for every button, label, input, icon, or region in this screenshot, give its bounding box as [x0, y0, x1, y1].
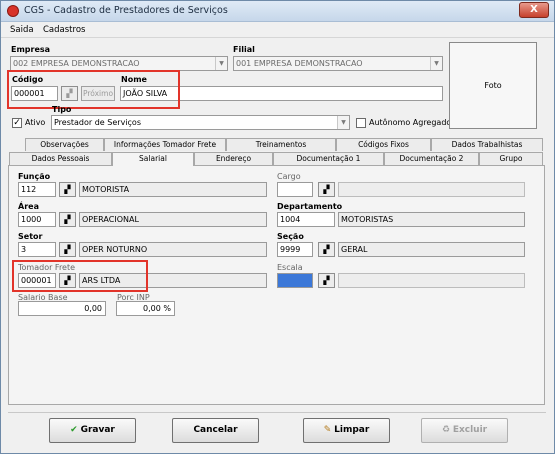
departamento-code-input[interactable]: 1004 — [277, 212, 335, 227]
highlight-box — [12, 260, 148, 292]
gravar-button[interactable]: ✔ Gravar — [49, 418, 136, 443]
autonomo-label: Autônomo Agregado — [369, 118, 452, 127]
secao-desc: GERAL — [338, 242, 525, 257]
checkmark-icon: ✔ — [70, 425, 81, 435]
tab-informacoes-tomador-frete[interactable]: Informações Tomador Frete — [104, 138, 226, 151]
tipo-value: Prestador de Serviços — [54, 118, 141, 127]
setor-desc: OPER NOTURNO — [79, 242, 267, 257]
menu-bar: Saida Cadastros — [1, 22, 554, 38]
tab-grupo[interactable]: Grupo — [479, 152, 543, 165]
chevron-down-icon: ▼ — [430, 57, 442, 70]
secao-code-input[interactable]: 9999 — [277, 242, 313, 257]
autonomo-checkbox[interactable] — [356, 118, 366, 128]
binoculars-icon[interactable]: ▞ — [59, 182, 76, 197]
binoculars-icon[interactable]: ▞ — [318, 242, 335, 257]
gravar-label: Gravar — [80, 425, 115, 435]
funcao-label: Função — [18, 172, 51, 181]
tab-endereco[interactable]: Endereço — [194, 152, 273, 165]
escala-desc — [338, 273, 525, 288]
cargo-desc — [338, 182, 525, 197]
porc-inp-input[interactable]: 0,00 % — [116, 301, 175, 316]
binoculars-icon[interactable]: ▞ — [318, 182, 335, 197]
highlight-box — [7, 70, 180, 109]
area-desc: OPERACIONAL — [79, 212, 267, 227]
funcao-code-input[interactable]: 112 — [18, 182, 56, 197]
secao-label: Seção — [277, 232, 304, 241]
cargo-code-input[interactable] — [277, 182, 313, 197]
close-button[interactable]: X — [519, 2, 549, 18]
tab-dados-trabalhistas[interactable]: Dados Trabalhistas — [431, 138, 543, 151]
trash-icon: ♻ — [441, 425, 453, 435]
empresa-value: 002 EMPRESA DEMONSTRACAO — [13, 59, 140, 68]
tab-treinamentos[interactable]: Treinamentos — [226, 138, 336, 151]
tab-documentacao-2[interactable]: Documentação 2 — [384, 152, 479, 165]
cancelar-button[interactable]: Cancelar — [172, 418, 259, 443]
ativo-checkbox[interactable]: ✓ — [12, 118, 22, 128]
window-title: CGS - Cadastro de Prestadores de Serviço… — [24, 5, 228, 16]
tab-row-1: Observações Informações Tomador Frete Tr… — [7, 138, 546, 151]
binoculars-icon[interactable]: ▞ — [318, 273, 335, 288]
photo-box[interactable]: Foto — [449, 42, 537, 129]
tab-documentacao-1[interactable]: Documentação 1 — [273, 152, 384, 165]
area-label: Área — [18, 202, 39, 211]
ativo-label: Ativo — [25, 118, 46, 127]
escala-code-input[interactable] — [277, 273, 313, 288]
broom-icon: ✎ — [323, 425, 335, 435]
departamento-desc: MOTORISTAS — [338, 212, 525, 227]
area-code-input[interactable]: 1000 — [18, 212, 56, 227]
setor-label: Setor — [18, 232, 43, 241]
excluir-label: Excluir — [452, 425, 488, 435]
chevron-down-icon: ▼ — [337, 116, 349, 129]
filial-value: 001 EMPRESA DEMONSTRACAO — [236, 59, 363, 68]
funcao-desc: MOTORISTA — [79, 182, 267, 197]
cancelar-label: Cancelar — [193, 425, 238, 435]
menu-saida[interactable]: Saida — [10, 25, 34, 35]
tab-salarial[interactable]: Salarial — [112, 152, 194, 166]
empresa-label: Empresa — [11, 45, 51, 54]
tipo-select[interactable]: Prestador de Serviços ▼ — [51, 115, 350, 130]
menu-cadastros[interactable]: Cadastros — [43, 25, 85, 35]
tipo-label: Tipo — [52, 105, 72, 114]
binoculars-icon[interactable]: ▞ — [59, 242, 76, 257]
binoculars-icon[interactable]: ▞ — [59, 212, 76, 227]
tab-row-2: Dados Pessoais Salarial Endereço Documen… — [7, 152, 546, 166]
excluir-button[interactable]: ♻ Excluir — [421, 418, 508, 443]
empresa-select[interactable]: 002 EMPRESA DEMONSTRACAO ▼ — [10, 56, 228, 71]
setor-code-input[interactable]: 3 — [18, 242, 56, 257]
limpar-button[interactable]: ✎ Limpar — [303, 418, 390, 443]
salario-base-input[interactable]: 0,00 — [18, 301, 106, 316]
filial-select[interactable]: 001 EMPRESA DEMONSTRACAO ▼ — [233, 56, 443, 71]
filial-label: Filial — [233, 45, 255, 54]
escala-label: Escala — [277, 263, 303, 272]
app-icon — [7, 5, 19, 17]
tab-observacoes[interactable]: Observações — [25, 138, 104, 151]
tab-dados-pessoais[interactable]: Dados Pessoais — [9, 152, 112, 165]
departamento-label: Departamento — [277, 202, 343, 211]
limpar-label: Limpar — [334, 425, 370, 435]
tab-codigos-fixos[interactable]: Códigos Fixos — [336, 138, 431, 151]
title-bar: CGS - Cadastro de Prestadores de Serviço… — [1, 1, 554, 22]
cargo-label: Cargo — [277, 172, 301, 181]
chevron-down-icon: ▼ — [215, 57, 227, 70]
